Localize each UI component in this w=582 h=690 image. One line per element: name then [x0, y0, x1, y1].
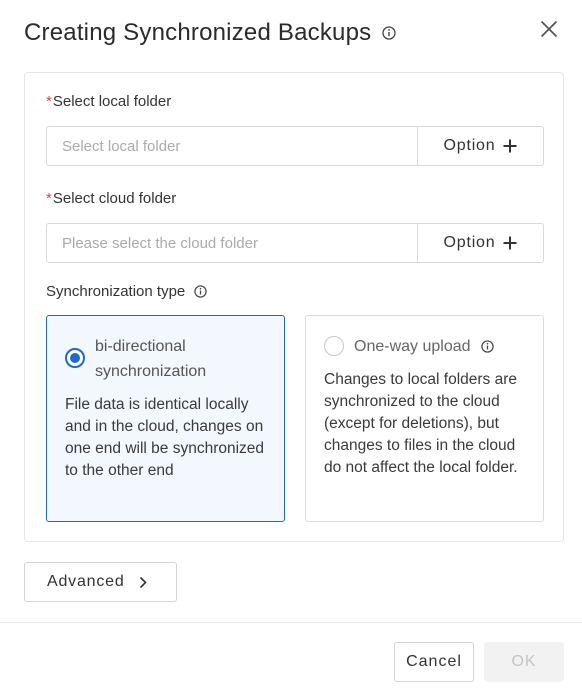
dialog-header: Creating Synchronized Backups	[24, 16, 396, 50]
ok-button[interactable]: OK	[484, 642, 564, 682]
form-panel: *Select local folder Option *Select clou…	[24, 72, 564, 542]
cancel-button[interactable]: Cancel	[394, 642, 474, 682]
required-mark: *	[46, 93, 52, 110]
chevron-right-icon	[139, 576, 147, 589]
local-folder-input-group: Option	[46, 126, 544, 166]
sync-type-label: Synchronization type	[46, 283, 207, 300]
option-label: Option	[443, 234, 496, 251]
advanced-label: Advanced	[47, 573, 125, 590]
advanced-button[interactable]: Advanced	[24, 562, 177, 602]
close-button[interactable]	[538, 20, 560, 42]
info-circle-icon[interactable]	[382, 26, 396, 40]
plus-icon	[503, 139, 517, 153]
sync-option-bidirectional[interactable]: bi-directional synchronization File data…	[46, 315, 285, 522]
cloud-folder-option-button[interactable]: Option	[417, 224, 543, 262]
local-folder-input[interactable]	[47, 127, 417, 165]
sync-option-title-row: One-way upload	[354, 334, 524, 359]
close-icon	[540, 20, 558, 43]
cloud-folder-input[interactable]	[47, 224, 417, 262]
sync-backup-dialog: Creating Synchronized Backups *Select lo…	[0, 0, 582, 690]
cloud-folder-label-text: Select cloud folder	[52, 190, 177, 207]
radio-selected[interactable]	[65, 348, 85, 368]
info-circle-icon[interactable]	[480, 340, 494, 353]
sync-option-one-way-upload[interactable]: One-way upload Changes to local folders …	[305, 315, 544, 522]
sync-option-title: One-way upload	[354, 338, 471, 355]
sync-option-title: bi-directional synchronization	[95, 338, 207, 380]
footer-divider	[0, 622, 582, 623]
info-circle-icon[interactable]	[194, 285, 207, 298]
required-mark: *	[46, 190, 52, 207]
local-folder-label: *Select local folder	[46, 93, 171, 110]
option-label: Option	[443, 137, 496, 154]
local-folder-option-button[interactable]: Option	[417, 127, 543, 165]
cloud-folder-label: *Select cloud folder	[46, 190, 176, 207]
radio-unselected[interactable]	[324, 336, 344, 356]
sync-type-label-text: Synchronization type	[46, 283, 186, 300]
sync-option-description: Changes to local folders are synchronize…	[324, 371, 518, 476]
dialog-title: Creating Synchronized Backups	[24, 19, 372, 46]
cloud-folder-input-group: Option	[46, 223, 544, 263]
local-folder-label-text: Select local folder	[52, 93, 172, 110]
plus-icon	[503, 236, 517, 250]
sync-option-description: File data is identical locally and in th…	[65, 396, 265, 479]
